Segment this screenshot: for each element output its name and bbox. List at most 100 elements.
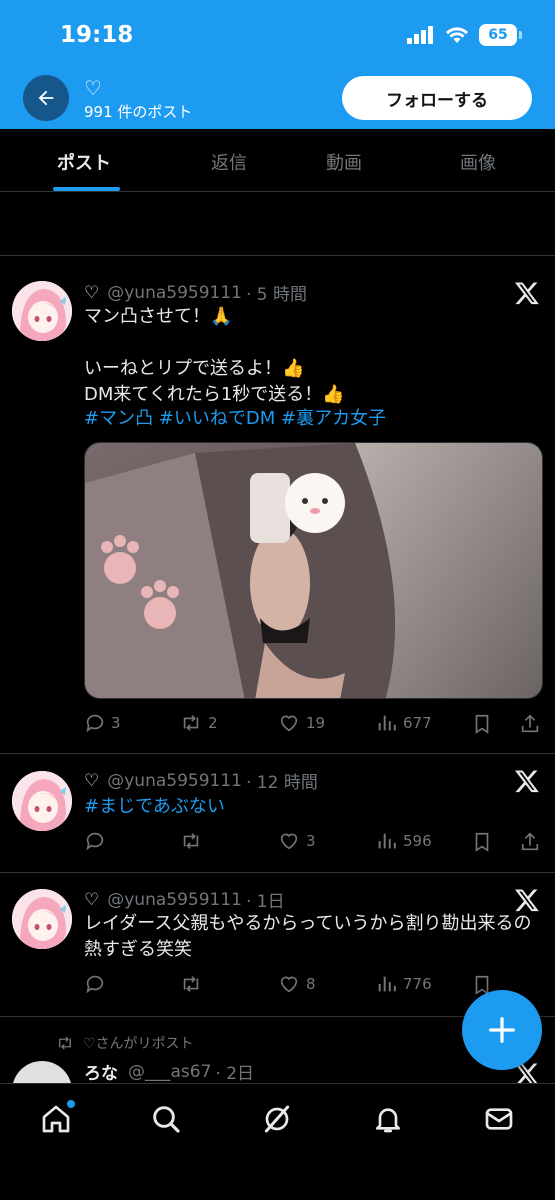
author-handle[interactable]: @yuna5959111 (107, 890, 242, 910)
status-time: 19:18 (60, 22, 134, 48)
avatar-illustration (12, 281, 72, 341)
post-hashtags[interactable]: #マン凸 #いいねでDM #裏アカ女子 (84, 406, 386, 432)
avatar-illustration (12, 771, 72, 831)
author-name[interactable]: ♡ (84, 890, 99, 910)
compose-button[interactable] (462, 990, 542, 1070)
views-icon (378, 833, 396, 849)
post-item[interactable]: ♡ @yuna5959111 · 1日 レイダース父親もやるからっていうから割り… (0, 873, 555, 1016)
views-count: 596 (403, 832, 432, 850)
repost-button[interactable] (179, 830, 208, 852)
repost-button[interactable] (179, 973, 208, 995)
nav-grok[interactable] (260, 1102, 294, 1136)
mail-icon (485, 1108, 513, 1130)
like-button[interactable]: 8 (277, 973, 316, 995)
post-count: 991 件のポスト (84, 103, 193, 121)
views-button[interactable]: 677 (376, 712, 432, 734)
back-button[interactable] (23, 75, 69, 121)
post-time: · 1日 (246, 892, 285, 912)
post-text: レイダース父親もやるからっていうから割り勘出来るの熱すぎる笑笑 (84, 913, 532, 960)
tab-images[interactable]: 画像 (460, 149, 496, 175)
like-button[interactable]: 3 (277, 830, 316, 852)
post-hashtags[interactable]: #まじであぶない (84, 794, 225, 820)
like-button[interactable]: 19 (277, 712, 325, 734)
repost-icon (183, 833, 199, 849)
author-name[interactable]: ろな (84, 1059, 118, 1083)
repost-button[interactable]: 2 (179, 712, 218, 734)
grok-icon (264, 1105, 290, 1133)
post-item[interactable]: ♡ @yuna5959111 · 5 時間 マン凸させて！🙏 いーねとリプで送る… (0, 256, 555, 753)
share-icon[interactable] (519, 712, 541, 736)
x-logo-icon (514, 889, 539, 912)
tab-videos[interactable]: 動画 (326, 149, 362, 175)
nav-notifications[interactable] (371, 1102, 405, 1136)
post-item[interactable]: ♡ @yuna5959111 · 12 時間 #まじであぶない 3 596 (0, 754, 555, 872)
reply-button[interactable] (84, 830, 111, 852)
views-button[interactable]: 596 (376, 830, 432, 852)
post-time: · 2日 (215, 1064, 255, 1083)
views-button[interactable]: 776 (376, 973, 432, 995)
nav-search[interactable] (149, 1102, 183, 1136)
avatar[interactable] (12, 889, 72, 949)
post-text-body: いーねとリプで送るよ！👍 DM来てくれたら1秒で送る！👍 (84, 358, 345, 405)
author-name[interactable]: ♡ (84, 283, 99, 303)
x-logo-icon (514, 770, 539, 793)
profile-tabs: ポスト 返信 動画 画像 (0, 129, 555, 192)
wifi-icon (446, 27, 468, 43)
reply-icon (86, 832, 104, 851)
like-icon (280, 976, 298, 993)
tab-active-indicator (53, 187, 120, 191)
profile-name: ♡ (84, 76, 102, 100)
avatar[interactable] (12, 281, 72, 341)
bottom-nav (0, 1083, 555, 1200)
profile-header: 19:18 65 ♡ 991 件のポスト フォローする (0, 0, 555, 129)
share-icon[interactable] (519, 830, 541, 854)
author-handle[interactable]: @___as67 (128, 1062, 211, 1082)
post-text-line: マン凸させて！🙏 (84, 306, 233, 327)
home-icon (42, 1105, 70, 1133)
author-handle[interactable]: @yuna5959111 (107, 771, 242, 791)
x-logo-icon (514, 282, 539, 305)
post-header: ろな @___as67 · 2日 (84, 1059, 255, 1084)
repost-by[interactable]: ♡さんがリポスト (83, 1033, 194, 1053)
post-header: ♡ @yuna5959111 · 5 時間 (84, 280, 308, 306)
bookmark-icon[interactable] (471, 712, 493, 736)
search-icon (153, 1106, 180, 1133)
repost-icon (183, 976, 199, 992)
tab-posts[interactable]: ポスト (57, 149, 111, 175)
post-actions: 8 776 (84, 973, 544, 999)
bookmark-icon[interactable] (471, 830, 493, 854)
nav-home[interactable] (39, 1100, 75, 1136)
post-photo (85, 443, 542, 698)
post-actions: 3 2 19 677 (84, 712, 544, 738)
like-icon (280, 715, 298, 732)
reply-button[interactable] (84, 973, 111, 995)
post-time: · 5 時間 (246, 285, 308, 305)
avatar[interactable] (12, 771, 72, 831)
views-count: 776 (403, 975, 432, 993)
like-icon (280, 833, 298, 850)
like-count: 19 (306, 714, 326, 732)
avatar-illustration (12, 889, 72, 949)
author-name[interactable]: ♡ (84, 771, 99, 791)
bell-icon (376, 1108, 400, 1133)
views-icon (378, 976, 396, 992)
reply-button[interactable]: 3 (84, 712, 121, 734)
avatar[interactable] (12, 1061, 72, 1083)
post-header: ♡ @yuna5959111 · 12 時間 (84, 768, 318, 794)
status-icons: 65 (407, 24, 522, 46)
nav-messages[interactable] (482, 1102, 516, 1136)
repost-icon (59, 1036, 71, 1050)
reply-count: 3 (111, 714, 121, 732)
author-handle[interactable]: @yuna5959111 (107, 283, 242, 303)
post-header: ♡ @yuna5959111 · 1日 (84, 887, 285, 913)
post-image[interactable] (84, 442, 543, 699)
signal-icon (407, 26, 433, 44)
reply-icon (86, 975, 104, 994)
tab-replies[interactable]: 返信 (211, 149, 247, 175)
views-count: 677 (403, 714, 432, 732)
post-actions: 3 596 (84, 830, 544, 856)
views-icon (378, 715, 396, 731)
back-arrow-icon (38, 90, 54, 106)
like-count: 8 (306, 975, 316, 993)
follow-button[interactable]: フォローする (342, 76, 532, 120)
